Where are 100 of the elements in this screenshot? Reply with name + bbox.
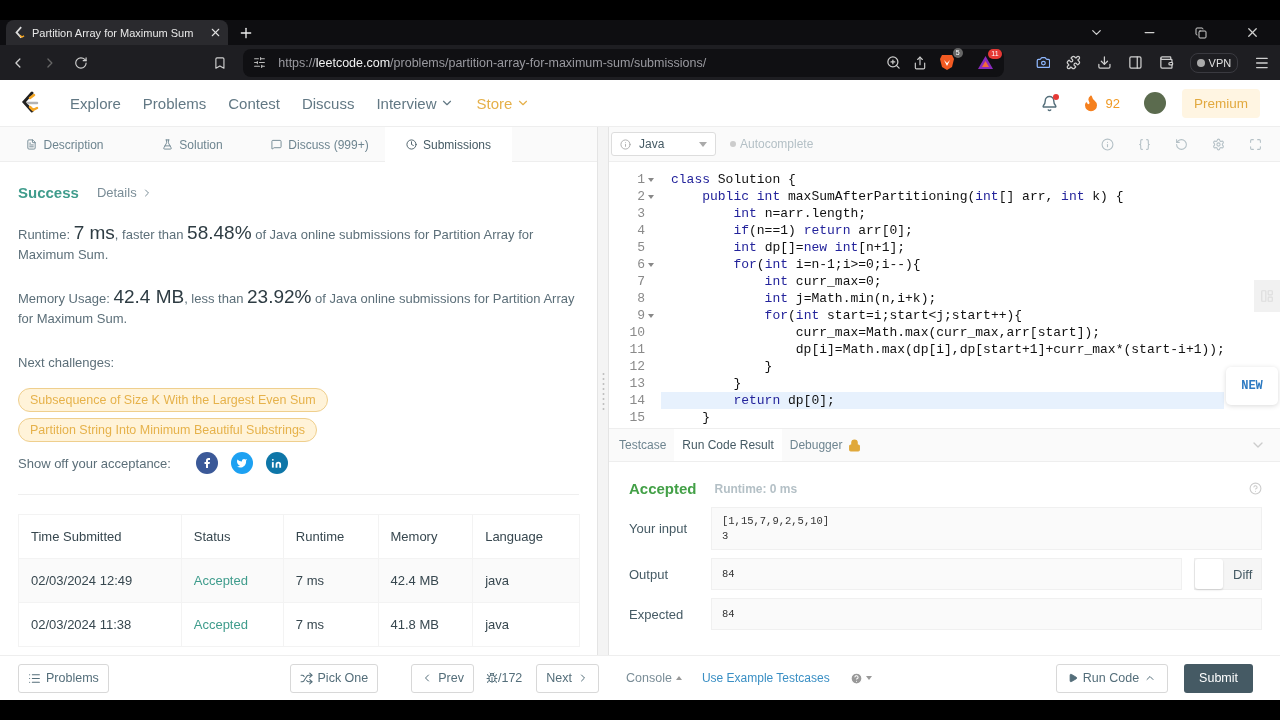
download-icon[interactable] [1097, 55, 1112, 70]
status-link[interactable]: Accepted [181, 558, 284, 603]
code-line: } [701, 409, 710, 426]
triangle-icon[interactable] [976, 55, 994, 70]
console-button[interactable]: Console [626, 671, 682, 685]
toggle-dot[interactable] [730, 141, 736, 147]
run-code-button[interactable]: Run Code [1055, 663, 1169, 693]
table-cell: 7 ms [283, 558, 378, 603]
code-line: int dp[]=new int[n+1]; [732, 239, 906, 256]
section-label: Next challenges: [18, 355, 116, 370]
code-line: class Solution { [670, 171, 796, 188]
fold-icon[interactable] [648, 177, 654, 182]
close-window-icon[interactable] [1245, 25, 1260, 40]
nav-link[interactable]: Contest [228, 94, 280, 112]
logo-icon[interactable] [20, 91, 40, 115]
column-header: Memory [378, 514, 473, 559]
bookmark-icon[interactable] [213, 55, 228, 70]
shuffle-icon [299, 671, 313, 685]
nav-link[interactable]: Discuss [301, 94, 355, 112]
sidebar-icon[interactable] [1128, 55, 1143, 70]
restore-icon[interactable] [1195, 26, 1207, 39]
table-cell: 7 ms [283, 602, 378, 647]
help-dropdown[interactable] [849, 671, 872, 685]
code-line: if(n==1) return arr[0]; [732, 222, 913, 239]
console-tab[interactable]: Testcase [611, 429, 675, 461]
submit-button[interactable]: Submit [1184, 663, 1253, 693]
prev-button[interactable]: Prev [411, 663, 474, 693]
share-label: Show off your acceptance: [18, 455, 171, 471]
runtime-summary: Runtime: 7 ms, faster than 58.48% of Java online submissions for Partition Array for Maximum Sum. [18, 223, 535, 264]
line-number: 13 [628, 375, 645, 392]
shield-icon[interactable] [938, 54, 955, 71]
field-label: Output [629, 566, 670, 582]
play-icon [1067, 673, 1078, 683]
details-link[interactable]: Details [96, 185, 153, 200]
line-number: 12 [628, 358, 645, 375]
line-number: 3 [636, 205, 645, 222]
drag-handle[interactable] [601, 371, 605, 411]
line-number: 5 [636, 239, 645, 256]
line-number: 10 [628, 324, 645, 341]
wallet-icon[interactable] [1158, 55, 1174, 70]
panel-tab[interactable]: Submissions [385, 127, 512, 162]
side-panel-handle[interactable] [1254, 280, 1280, 312]
status-text: Success [18, 184, 79, 201]
nav-link[interactable]: Explore [70, 94, 121, 112]
code-line: int j=Math.min(n,i+k); [763, 290, 937, 307]
close-icon[interactable] [209, 26, 222, 39]
line-number: 14 [628, 392, 645, 409]
code-line: for(int i=n-1;i>=0;i--){ [732, 256, 921, 273]
result-runtime: Runtime: 0 ms [714, 481, 799, 496]
nav-link[interactable]: Problems [142, 94, 207, 112]
facebook-icon[interactable] [195, 452, 218, 474]
share-icon[interactable] [912, 55, 927, 70]
zoom-icon[interactable] [885, 55, 901, 70]
next-button[interactable]: Next [536, 663, 599, 693]
pick-one-button[interactable]: Pick One [289, 663, 379, 693]
vpn-button[interactable]: VPN [1189, 52, 1239, 73]
line-number: 2 [636, 188, 645, 205]
example-testcases-link[interactable]: Use Example Testcases [701, 671, 830, 685]
line-number: 7 [636, 273, 645, 290]
avatar[interactable] [1144, 92, 1166, 114]
line-number: 15 [628, 409, 645, 426]
help-icon [849, 671, 863, 685]
bell-icon[interactable] [1040, 94, 1058, 112]
column-header: Language [472, 514, 580, 559]
column-header: Time Submitted [18, 514, 182, 559]
fold-icon[interactable] [648, 194, 654, 199]
reload-icon[interactable] [73, 55, 88, 70]
code-line: for(int start=i;start<j;start++){ [763, 307, 1023, 324]
screenshot-icon[interactable] [1035, 55, 1051, 70]
problem-counter: /172 [485, 671, 523, 685]
panel-tab[interactable]: Description [0, 127, 130, 162]
problems-button[interactable]: Problems [18, 663, 109, 693]
caret-down-icon [865, 676, 872, 680]
console-tab[interactable]: Debugger [781, 429, 870, 461]
nav-link[interactable]: Interview [376, 94, 455, 112]
code-line: } [763, 358, 773, 375]
fold-icon[interactable] [648, 262, 654, 267]
panel-tab[interactable]: Solution [130, 127, 255, 162]
bug-icon [485, 672, 498, 684]
panel-tab[interactable]: Discuss (999+) [255, 127, 385, 162]
line-number: 4 [636, 222, 645, 239]
result-box: [1,15,7,9,2,5,10] 3 [711, 507, 1262, 550]
flask-icon [162, 139, 174, 150]
field-label: Your input [629, 521, 689, 536]
table-cell: 41.8 MB [378, 602, 473, 647]
new-button[interactable]: NEW [1226, 367, 1278, 405]
caret-up-icon [675, 676, 682, 680]
browser-tab[interactable]: Partition Array for Maximum Sum [6, 20, 228, 45]
code-line: int curr_max=0; [763, 273, 882, 290]
fold-icon[interactable] [648, 313, 654, 318]
diff-toggle[interactable]: Diff [1194, 558, 1262, 590]
result-status: Accepted [629, 480, 697, 497]
console-tab[interactable]: Run Code Result [674, 429, 782, 461]
site-settings-icon[interactable] [253, 56, 267, 69]
linkedin-icon[interactable] [265, 452, 288, 474]
extensions-icon[interactable] [1066, 55, 1082, 70]
language-select[interactable]: Java [611, 132, 716, 156]
line-number: 9 [636, 307, 645, 324]
twitter-icon[interactable] [230, 452, 253, 474]
status-link[interactable]: Accepted [181, 602, 284, 647]
